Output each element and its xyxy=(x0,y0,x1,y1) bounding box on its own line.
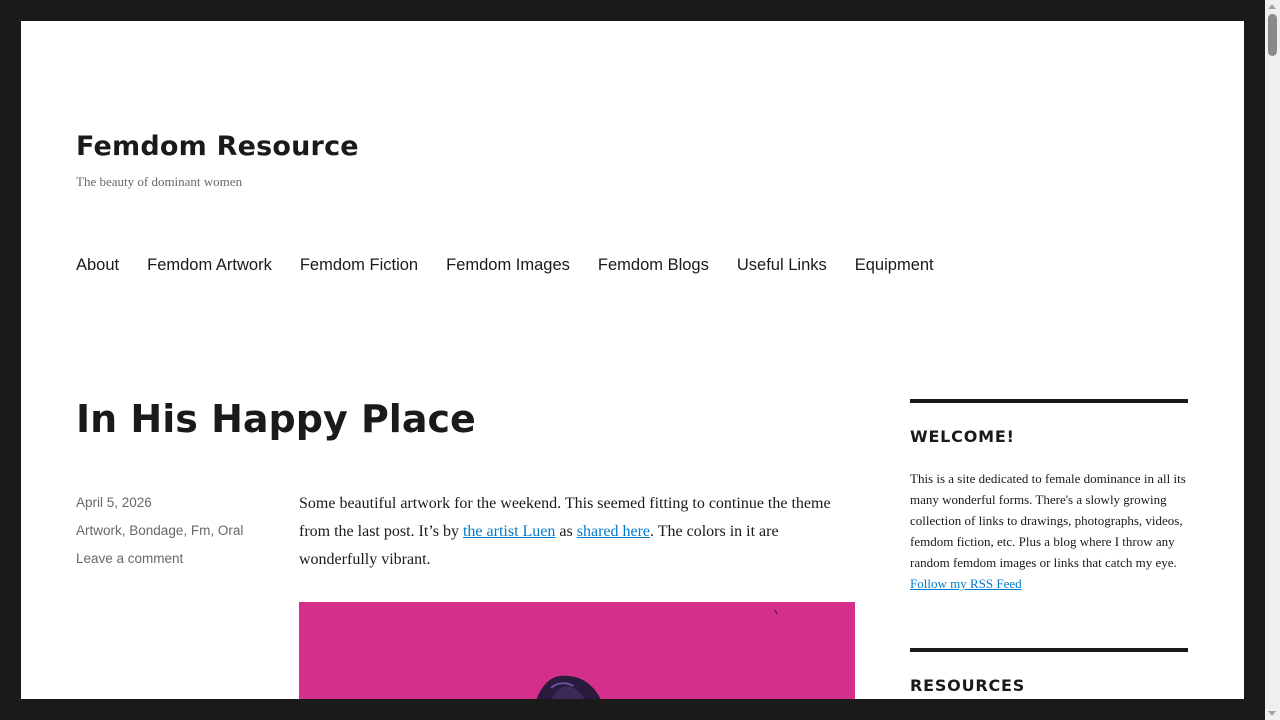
post-artwork-image[interactable] xyxy=(299,602,855,699)
content-text-2: as xyxy=(555,523,577,540)
resources-widget-title: RESOURCES xyxy=(910,676,1026,695)
artwork-illustration xyxy=(299,602,855,699)
page-container: Femdom Resource The beauty of dominant w… xyxy=(21,21,1244,699)
nav-item-femdom-fiction[interactable]: Femdom Fiction xyxy=(300,256,418,275)
nav-item-useful-links[interactable]: Useful Links xyxy=(737,256,827,275)
site-title[interactable]: Femdom Resource xyxy=(76,131,359,162)
scroll-down-arrow-icon[interactable] xyxy=(1268,711,1276,716)
scrollbar-thumb[interactable] xyxy=(1268,14,1277,56)
nav-item-femdom-artwork[interactable]: Femdom Artwork xyxy=(147,256,272,275)
nav-item-equipment[interactable]: Equipment xyxy=(855,256,934,275)
category-link-fm[interactable]: Fm xyxy=(191,523,211,538)
post-meta: April 5, 2026 Artwork, Bondage, Fm, Oral… xyxy=(76,492,246,576)
vertical-scrollbar[interactable] xyxy=(1265,0,1280,720)
artist-link[interactable]: the artist Luen xyxy=(463,523,555,540)
nav-item-femdom-blogs[interactable]: Femdom Blogs xyxy=(598,256,709,275)
post-date[interactable]: April 5, 2026 xyxy=(76,495,152,510)
post-categories: Artwork, Bondage, Fm, Oral xyxy=(76,523,244,538)
nav-item-about[interactable]: About xyxy=(76,256,119,275)
welcome-description: This is a site dedicated to female domin… xyxy=(910,471,1186,570)
leave-comment-link[interactable]: Leave a comment xyxy=(76,551,183,566)
post-title[interactable]: In His Happy Place xyxy=(76,397,476,441)
category-link-oral[interactable]: Oral xyxy=(218,523,244,538)
site-tagline: The beauty of dominant women xyxy=(76,174,243,189)
welcome-widget-title: WELCOME! xyxy=(910,427,1015,446)
post-content: Some beautiful artwork for the weekend. … xyxy=(299,490,859,574)
main-navigation: About Femdom Artwork Femdom Fiction Femd… xyxy=(76,256,934,275)
welcome-widget: WELCOME! This is a site dedicated to fem… xyxy=(910,399,1188,594)
category-link-artwork[interactable]: Artwork xyxy=(76,523,122,538)
category-link-bondage[interactable]: Bondage xyxy=(129,523,183,538)
resources-widget: RESOURCES xyxy=(910,648,1188,695)
source-link[interactable]: shared here xyxy=(577,523,650,540)
rss-feed-link[interactable]: Follow my RSS Feed xyxy=(910,576,1022,591)
welcome-widget-text: This is a site dedicated to female domin… xyxy=(910,468,1188,594)
scroll-up-arrow-icon[interactable] xyxy=(1268,4,1276,9)
nav-item-femdom-images[interactable]: Femdom Images xyxy=(446,256,570,275)
